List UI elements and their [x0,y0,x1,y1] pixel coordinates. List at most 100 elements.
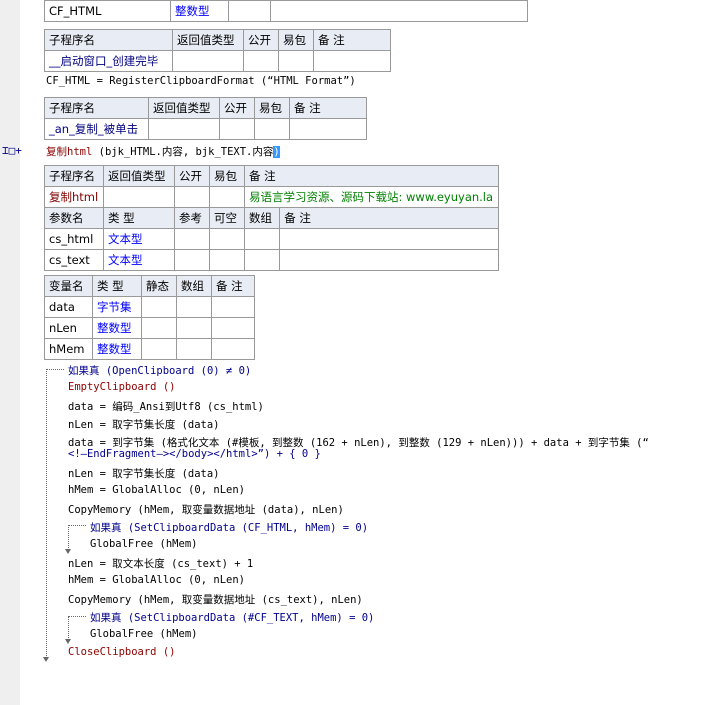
cell[interactable] [243,249,281,271]
header-param-remark: 备 注 [279,207,499,229]
flow-line [68,616,86,617]
cell[interactable] [243,50,279,72]
subroutine-remark[interactable]: 易语言学习资源、源码下载站: www.eyuyan.la [244,186,499,208]
cell[interactable] [270,0,528,22]
subroutine-name[interactable]: __启动窗口_创建完毕 [44,50,173,72]
cell[interactable] [209,186,245,208]
cell[interactable] [141,317,177,339]
header-return-type: 返回值类型 [148,97,220,119]
flow-line [68,616,69,640]
header-epackage: 易包 [278,29,314,51]
flow-line [46,369,64,370]
param-name[interactable]: cs_text [44,249,104,271]
subroutine-table-startup: 子程序名 返回值类型 公开 易包 备 注 __启动窗口_创建完毕 [44,29,391,72]
header-public: 公开 [243,29,279,51]
flow-arrow-icon [43,657,49,662]
header-param-nullable: 可空 [209,207,245,229]
param-type[interactable]: 文本型 [103,228,175,250]
header-subname: 子程序名 [44,97,149,119]
cell[interactable] [211,317,255,339]
cell[interactable] [176,317,212,339]
cell[interactable] [209,228,245,250]
var-name[interactable]: data [44,296,93,318]
cell[interactable] [228,0,271,22]
code-line-register[interactable]: CF_HTML = RegisterClipboardFormat (“HTML… [46,75,356,87]
cell[interactable] [254,118,290,140]
cell[interactable] [313,50,391,72]
header-subname: 子程序名 [44,29,173,51]
code-line[interactable]: EmptyClipboard () [68,381,175,393]
var-type[interactable]: 字节集 [92,296,142,318]
cell[interactable] [174,186,210,208]
cell[interactable] [141,296,177,318]
code-line-continued[interactable]: <!—EndFragment—></body></html>”) + { 0 } [68,448,321,460]
cell[interactable] [279,228,499,250]
constant-type[interactable]: 整数型 [170,0,229,22]
header-var-array: 数组 [176,275,212,297]
header-remark: 备 注 [289,97,367,119]
var-type[interactable]: 整数型 [92,317,142,339]
header-return-type: 返回值类型 [103,165,175,187]
header-public: 公开 [219,97,255,119]
code-line[interactable]: hMem = GlobalAlloc (0, nLen) [68,574,245,586]
header-remark: 备 注 [244,165,499,187]
header-subname: 子程序名 [44,165,104,187]
code-line-if[interactable]: 如果真 (SetClipboardData (CF_HTML, hMem) = … [90,520,368,535]
subroutine-name[interactable]: _an_复制_被单击 [44,118,149,140]
code-line-if[interactable]: 如果真 (SetClipboardData (#CF_TEXT, hMem) =… [90,610,374,625]
call-arguments[interactable]: (bjk_HTML.内容, bjk_TEXT.内容 [99,146,274,158]
cell[interactable] [279,249,499,271]
constant-table: CF_HTML 整数型 [44,0,528,22]
cell[interactable] [103,186,175,208]
header-remark: 备 注 [313,29,391,51]
code-line[interactable]: GlobalFree (hMem) [90,538,197,550]
code-line-call[interactable]: 复制html (bjk_HTML.内容, bjk_TEXT.内容) [46,144,280,159]
text-selection[interactable]: ) [273,146,280,158]
code-line[interactable]: CopyMemory (hMem, 取变量数据地址 (cs_text), nLe… [68,592,363,607]
cell[interactable] [172,50,244,72]
flow-arrow-icon [65,639,71,644]
cell[interactable] [243,228,281,250]
var-name[interactable]: nLen [44,317,93,339]
header-return-type: 返回值类型 [172,29,244,51]
code-line[interactable]: nLen = 取字节集长度 (data) [68,417,220,432]
call-function-name[interactable]: 复制html [46,146,92,158]
header-var-static: 静态 [141,275,177,297]
cell[interactable] [174,249,210,271]
cell[interactable] [211,338,255,360]
code-line[interactable]: GlobalFree (hMem) [90,628,197,640]
code-line[interactable]: CopyMemory (hMem, 取变量数据地址 (data), nLen) [68,502,344,517]
cell[interactable] [176,338,212,360]
header-epackage: 易包 [254,97,290,119]
header-var-type: 类 型 [92,275,142,297]
local-variables-table: 变量名 类 型 静态 数组 备 注 data 字节集 nLen 整数型 hMem… [44,275,255,360]
subroutine-table-click: 子程序名 返回值类型 公开 易包 备 注 _an_复制_被单击 [44,97,367,140]
header-var-remark: 备 注 [211,275,255,297]
cell[interactable] [289,118,367,140]
code-line[interactable]: hMem = GlobalAlloc (0, nLen) [68,484,245,496]
fold-marker-icon[interactable]: ⌶□+ [2,144,22,157]
cell[interactable] [219,118,255,140]
flow-line [68,525,69,550]
subroutine-name[interactable]: 复制html [44,186,104,208]
header-param-name: 参数名 [44,207,104,229]
cell[interactable] [211,296,255,318]
header-epackage: 易包 [209,165,245,187]
param-type[interactable]: 文本型 [103,249,175,271]
cell[interactable] [148,118,220,140]
cell[interactable] [209,249,245,271]
code-line[interactable]: nLen = 取文本长度 (cs_text) + 1 [68,556,253,571]
constant-name[interactable]: CF_HTML [44,0,171,22]
cell[interactable] [176,296,212,318]
editor-gutter [0,0,20,705]
cell[interactable] [278,50,314,72]
var-name[interactable]: hMem [44,338,93,360]
code-line-if[interactable]: 如果真 (OpenClipboard (0) ≠ 0) [68,363,251,378]
code-line[interactable]: data = 编码_Ansi到Utf8 (cs_html) [68,399,264,414]
param-name[interactable]: cs_html [44,228,104,250]
var-type[interactable]: 整数型 [92,338,142,360]
cell[interactable] [141,338,177,360]
cell[interactable] [174,228,210,250]
code-line[interactable]: nLen = 取字节集长度 (data) [68,466,220,481]
code-line[interactable]: CloseClipboard () [68,646,175,658]
